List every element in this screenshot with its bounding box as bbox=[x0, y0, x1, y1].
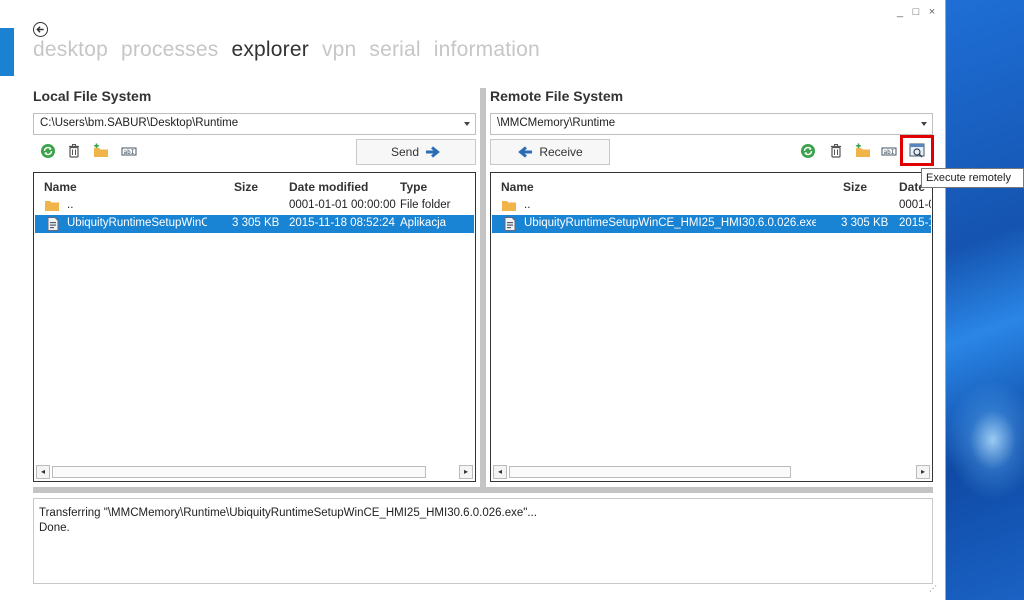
file-size: 3 305 KB bbox=[232, 217, 280, 229]
file-name: .. bbox=[524, 199, 531, 211]
highlight-box bbox=[900, 135, 934, 166]
send-label: Send bbox=[390, 145, 420, 159]
desktop-background bbox=[946, 0, 1024, 600]
window-controls: _ □ × bbox=[895, 6, 937, 18]
column-header-name[interactable]: Name bbox=[501, 180, 534, 194]
list-item[interactable]: UbiquityRuntimeSetupWinCE_HMI25_HMI30.6.… bbox=[492, 215, 931, 233]
nav-desktop[interactable]: desktop bbox=[33, 38, 108, 62]
vertical-splitter[interactable] bbox=[480, 88, 486, 488]
file-type: Aplikacja bbox=[400, 217, 447, 229]
scroll-left-icon[interactable]: ◂ bbox=[36, 465, 50, 479]
file-size: 3 305 KB bbox=[841, 217, 889, 229]
close-button[interactable]: × bbox=[927, 6, 937, 18]
horizontal-scrollbar[interactable]: ◂ ▸ bbox=[36, 465, 473, 479]
folder-icon bbox=[502, 201, 516, 211]
send-button[interactable]: Send bbox=[356, 139, 476, 165]
local-path-value: C:\Users\bm.SABUR\Desktop\Runtime bbox=[40, 117, 239, 129]
nav-information[interactable]: information bbox=[434, 38, 540, 62]
tooltip: Execute remotely bbox=[921, 168, 1024, 188]
column-header-date-modified[interactable]: Date modified bbox=[289, 180, 368, 194]
column-header-type[interactable]: Type bbox=[400, 180, 427, 194]
remote-list-header: Name Size Date bbox=[491, 178, 932, 196]
local-pane-title: Local File System bbox=[33, 88, 152, 104]
maximize-button[interactable]: □ bbox=[911, 6, 921, 18]
remote-file-list[interactable]: Name Size Date .. 0001-01-01 UbiquityRun… bbox=[490, 172, 933, 482]
list-item[interactable]: .. 0001-01-01 00:00:00 File folder bbox=[35, 197, 474, 215]
file-date: 0001-01-01 00:00:00 bbox=[289, 199, 396, 211]
refresh-icon[interactable] bbox=[800, 143, 816, 159]
file-date: 0001-01-01 bbox=[899, 199, 931, 211]
file-name: .. bbox=[67, 199, 74, 211]
nav-serial[interactable]: serial bbox=[369, 38, 420, 62]
receive-button[interactable]: Receive bbox=[490, 139, 610, 165]
list-item[interactable]: UbiquityRuntimeSetupWinCE_HMI25_HMI30.6.… bbox=[35, 215, 474, 233]
column-header-size[interactable]: Size bbox=[843, 180, 867, 194]
receive-label: Receive bbox=[539, 145, 583, 159]
folder-icon bbox=[45, 201, 59, 211]
scroll-left-icon[interactable]: ◂ bbox=[493, 465, 507, 479]
log-line: Transferring "\MMCMemory\Runtime\Ubiquit… bbox=[39, 507, 537, 519]
nav-vpn[interactable]: vpn bbox=[322, 38, 356, 62]
main-nav: desktop processes explorer vpn serial in… bbox=[33, 38, 540, 62]
column-header-size[interactable]: Size bbox=[234, 180, 258, 194]
remote-pane-title: Remote File System bbox=[490, 88, 624, 104]
file-exe-icon bbox=[47, 217, 59, 231]
nav-processes[interactable]: processes bbox=[121, 38, 219, 62]
svg-text:abI: abI bbox=[124, 149, 135, 156]
scroll-right-icon[interactable]: ▸ bbox=[916, 465, 930, 479]
local-list-header: Name Size Date modified Type bbox=[34, 178, 475, 196]
local-path-combobox[interactable]: C:\Users\bm.SABUR\Desktop\Runtime bbox=[33, 113, 476, 135]
minimize-button[interactable]: _ bbox=[895, 6, 905, 18]
scrollbar-thumb[interactable] bbox=[509, 466, 791, 478]
new-folder-icon[interactable] bbox=[855, 143, 871, 159]
rename-icon[interactable]: abI bbox=[121, 143, 137, 159]
list-item[interactable]: .. 0001-01-01 bbox=[492, 197, 931, 215]
horizontal-splitter[interactable] bbox=[33, 487, 933, 493]
nav-explorer[interactable]: explorer bbox=[231, 38, 308, 62]
arrow-left-icon bbox=[36, 26, 44, 33]
remote-path-combobox[interactable]: \MMCMemory\Runtime bbox=[490, 113, 933, 135]
desktop-light-streak bbox=[946, 380, 1024, 500]
file-date: 2015-11-18 08:52:24 bbox=[289, 217, 395, 229]
delete-icon[interactable] bbox=[828, 143, 844, 159]
file-date: 2015-11-18 bbox=[899, 217, 931, 229]
refresh-icon[interactable] bbox=[40, 143, 56, 159]
delete-icon[interactable] bbox=[66, 143, 82, 159]
rename-icon[interactable]: abI bbox=[881, 143, 897, 159]
scroll-right-icon[interactable]: ▸ bbox=[459, 465, 473, 479]
back-button[interactable] bbox=[33, 22, 48, 37]
file-type: File folder bbox=[400, 199, 451, 211]
log-line: Done. bbox=[39, 522, 70, 534]
column-header-name[interactable]: Name bbox=[44, 180, 77, 194]
new-folder-icon[interactable] bbox=[93, 143, 109, 159]
file-name: UbiquityRuntimeSetupWinCE_HMI25_HMI30.6.… bbox=[524, 217, 816, 229]
chevron-down-icon[interactable] bbox=[921, 122, 927, 126]
resize-grip-icon[interactable]: ⋰ bbox=[929, 585, 939, 597]
accent-strip bbox=[0, 28, 14, 76]
horizontal-scrollbar[interactable]: ◂ ▸ bbox=[493, 465, 930, 479]
remote-path-value: \MMCMemory\Runtime bbox=[497, 117, 616, 129]
arrow-left-icon bbox=[518, 146, 533, 158]
chevron-down-icon[interactable] bbox=[464, 122, 470, 126]
arrow-right-icon bbox=[426, 146, 440, 158]
local-file-list[interactable]: Name Size Date modified Type .. 0001-01-… bbox=[33, 172, 476, 482]
transfer-log: Transferring "\MMCMemory\Runtime\Ubiquit… bbox=[33, 498, 933, 584]
scrollbar-thumb[interactable] bbox=[52, 466, 426, 478]
svg-text:abI: abI bbox=[884, 149, 895, 156]
file-name: UbiquityRuntimeSetupWinCE_HMI25_HMI30.6.… bbox=[67, 217, 207, 229]
file-exe-icon bbox=[504, 217, 516, 231]
app-window: _ □ × desktop processes explorer vpn ser… bbox=[0, 0, 946, 600]
